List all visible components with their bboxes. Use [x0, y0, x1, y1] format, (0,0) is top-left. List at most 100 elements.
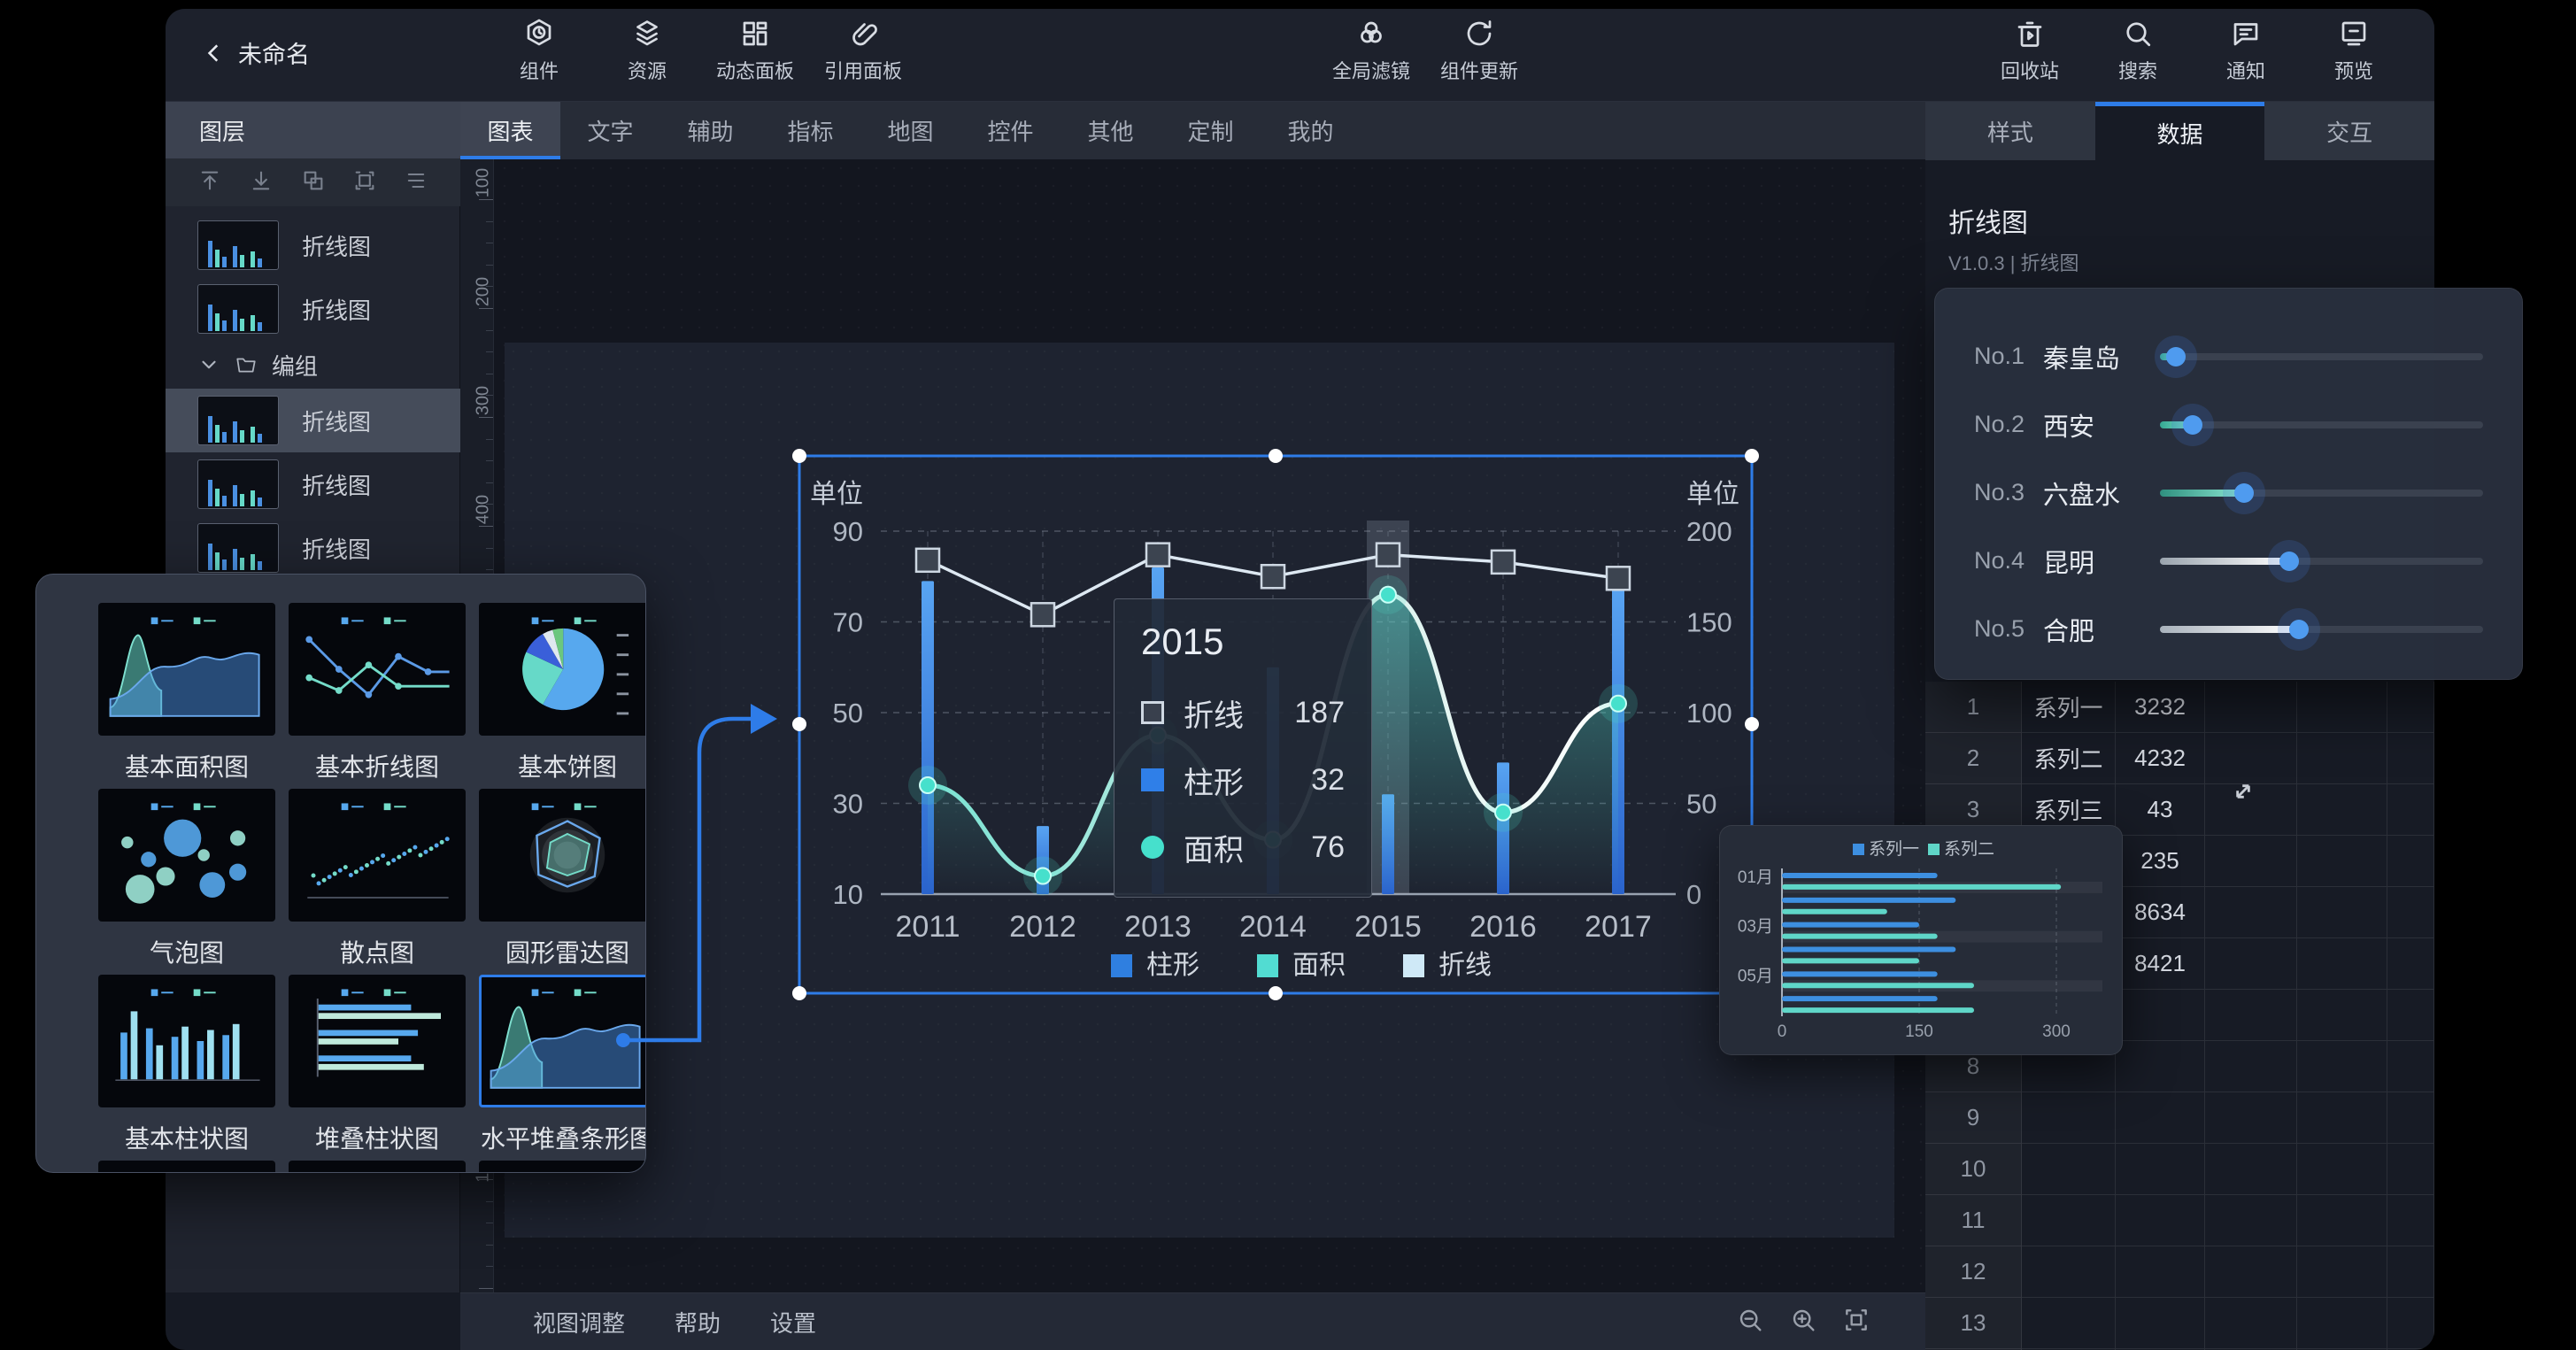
- layer-item-selected[interactable]: 折线图: [166, 389, 460, 452]
- table-cell[interactable]: [2116, 1298, 2205, 1349]
- layer-item[interactable]: 折线图: [166, 452, 460, 516]
- slider-track[interactable]: [2160, 490, 2483, 497]
- row-number-cell[interactable]: 10: [1925, 1144, 2022, 1195]
- table-cell[interactable]: 8421: [2116, 938, 2205, 990]
- table-row[interactable]: 10: [1925, 1144, 2434, 1195]
- table-cell[interactable]: [2205, 682, 2297, 733]
- table-cell[interactable]: [2022, 1092, 2116, 1144]
- zoom-out-button[interactable]: [1736, 1306, 1764, 1338]
- table-cell[interactable]: 43: [2116, 784, 2205, 836]
- table-cell[interactable]: [2116, 990, 2205, 1041]
- layer-item[interactable]: 折线图: [166, 516, 460, 580]
- layer-item[interactable]: 折线图: [166, 277, 460, 341]
- layer-group-row[interactable]: 编组: [166, 341, 460, 389]
- tab-控件[interactable]: 控件: [960, 102, 1060, 159]
- picker-item-气泡图[interactable]: 气泡图: [98, 789, 275, 969]
- table-cell[interactable]: [2205, 1092, 2297, 1144]
- table-cell[interactable]: [2116, 1092, 2205, 1144]
- toolbar-button-search[interactable]: 搜索: [2090, 18, 2186, 84]
- toolbar-button-global-filter[interactable]: 全局滤镜: [1323, 18, 1419, 84]
- table-cell[interactable]: [2116, 1246, 2205, 1298]
- table-cell[interactable]: [2297, 1298, 2387, 1349]
- picker-item-基本饼图[interactable]: 基本饼图: [479, 603, 646, 783]
- table-row[interactable]: 2系列二4232: [1925, 733, 2434, 784]
- row-number-cell[interactable]: 1: [1925, 682, 2022, 733]
- table-cell[interactable]: [2205, 1041, 2297, 1092]
- panel-tab-数据[interactable]: 数据: [2095, 102, 2265, 160]
- table-cell[interactable]: [2387, 733, 2434, 784]
- table-cell[interactable]: [2297, 682, 2387, 733]
- tab-指标[interactable]: 指标: [760, 102, 860, 159]
- table-row[interactable]: 11: [1925, 1195, 2434, 1246]
- table-cell[interactable]: [2297, 1195, 2387, 1246]
- picker-item-水平堆叠条形图[interactable]: 水平堆叠条形图: [479, 975, 646, 1155]
- table-cell[interactable]: [2297, 1246, 2387, 1298]
- layer-tool-to-top[interactable]: [197, 168, 222, 197]
- table-cell[interactable]: [2205, 1246, 2297, 1298]
- table-cell[interactable]: [2297, 1092, 2387, 1144]
- picker-item[interactable]: [289, 1161, 466, 1173]
- picker-item[interactable]: [479, 1161, 646, 1173]
- picker-item-基本折线图[interactable]: 基本折线图: [289, 603, 466, 783]
- table-cell[interactable]: [2297, 836, 2387, 887]
- zoom-in-button[interactable]: [1789, 1306, 1817, 1338]
- toolbar-button-preview[interactable]: 预览: [2306, 18, 2402, 84]
- slider-knob[interactable]: [2166, 347, 2186, 366]
- table-cell[interactable]: 系列一: [2022, 682, 2116, 733]
- table-cell[interactable]: [2387, 990, 2434, 1041]
- row-number-cell[interactable]: 13: [1925, 1298, 2022, 1349]
- table-cell[interactable]: [2387, 938, 2434, 990]
- table-cell[interactable]: 3232: [2116, 682, 2205, 733]
- tab-图表[interactable]: 图表: [460, 102, 560, 159]
- resize-diagonal-icon[interactable]: [2226, 775, 2260, 813]
- table-cell[interactable]: [2116, 1041, 2205, 1092]
- toolbar-button-component[interactable]: 组件: [491, 18, 587, 84]
- table-cell[interactable]: [2387, 1246, 2434, 1298]
- slider-track[interactable]: [2160, 626, 2483, 633]
- table-cell[interactable]: [2387, 784, 2434, 836]
- table-cell[interactable]: [2297, 887, 2387, 938]
- table-cell[interactable]: [2205, 887, 2297, 938]
- table-row[interactable]: 1系列一3232: [1925, 682, 2434, 733]
- table-cell[interactable]: [2297, 733, 2387, 784]
- tab-其他[interactable]: 其他: [1060, 102, 1161, 159]
- tab-地图[interactable]: 地图: [860, 102, 960, 159]
- table-cell[interactable]: [2297, 1144, 2387, 1195]
- table-cell[interactable]: [2387, 1092, 2434, 1144]
- slider-track[interactable]: [2160, 353, 2483, 360]
- slider-knob[interactable]: [2183, 415, 2202, 435]
- table-cell[interactable]: [2387, 1041, 2434, 1092]
- slider-track[interactable]: [2160, 421, 2483, 428]
- table-cell[interactable]: [2297, 1041, 2387, 1092]
- slider-knob[interactable]: [2279, 552, 2299, 571]
- layer-tool-group[interactable]: [301, 168, 326, 197]
- table-cell[interactable]: [2022, 1144, 2116, 1195]
- picker-item-圆形雷达图[interactable]: 圆形雷达图: [479, 789, 646, 969]
- table-cell[interactable]: [2387, 836, 2434, 887]
- bottom-action-设置[interactable]: 设置: [770, 1306, 816, 1338]
- toolbar-button-publish[interactable]: 发布: [2414, 18, 2434, 84]
- picker-item-基本柱状图[interactable]: 基本柱状图: [98, 975, 275, 1155]
- picker-item-基本面积图[interactable]: 基本面积图: [98, 603, 275, 783]
- slider-knob[interactable]: [2289, 620, 2309, 639]
- row-number-cell[interactable]: 12: [1925, 1246, 2022, 1298]
- table-cell[interactable]: [2205, 1195, 2297, 1246]
- table-row[interactable]: 9: [1925, 1092, 2434, 1144]
- panel-tab-交互[interactable]: 交互: [2264, 102, 2434, 160]
- layer-tool-to-bottom[interactable]: [249, 168, 274, 197]
- mini-bar-chart-popup[interactable]: 015030001月03月05月系列一系列二: [1719, 825, 2123, 1055]
- table-cell[interactable]: 235: [2116, 836, 2205, 887]
- panel-tab-样式[interactable]: 样式: [1925, 102, 2095, 160]
- toolbar-button-notification[interactable]: 通知: [2198, 18, 2294, 84]
- table-cell[interactable]: 系列二: [2022, 733, 2116, 784]
- row-number-cell[interactable]: 11: [1925, 1195, 2022, 1246]
- tab-文字[interactable]: 文字: [560, 102, 660, 159]
- table-cell[interactable]: [2297, 938, 2387, 990]
- toolbar-button-recycle-bin[interactable]: 回收站: [1982, 18, 2078, 84]
- layer-item[interactable]: 折线图: [166, 213, 460, 277]
- table-cell[interactable]: [2116, 1195, 2205, 1246]
- table-cell[interactable]: [2297, 784, 2387, 836]
- table-cell[interactable]: [2205, 990, 2297, 1041]
- picker-item[interactable]: [98, 1161, 275, 1173]
- back-button[interactable]: 未命名: [203, 35, 310, 70]
